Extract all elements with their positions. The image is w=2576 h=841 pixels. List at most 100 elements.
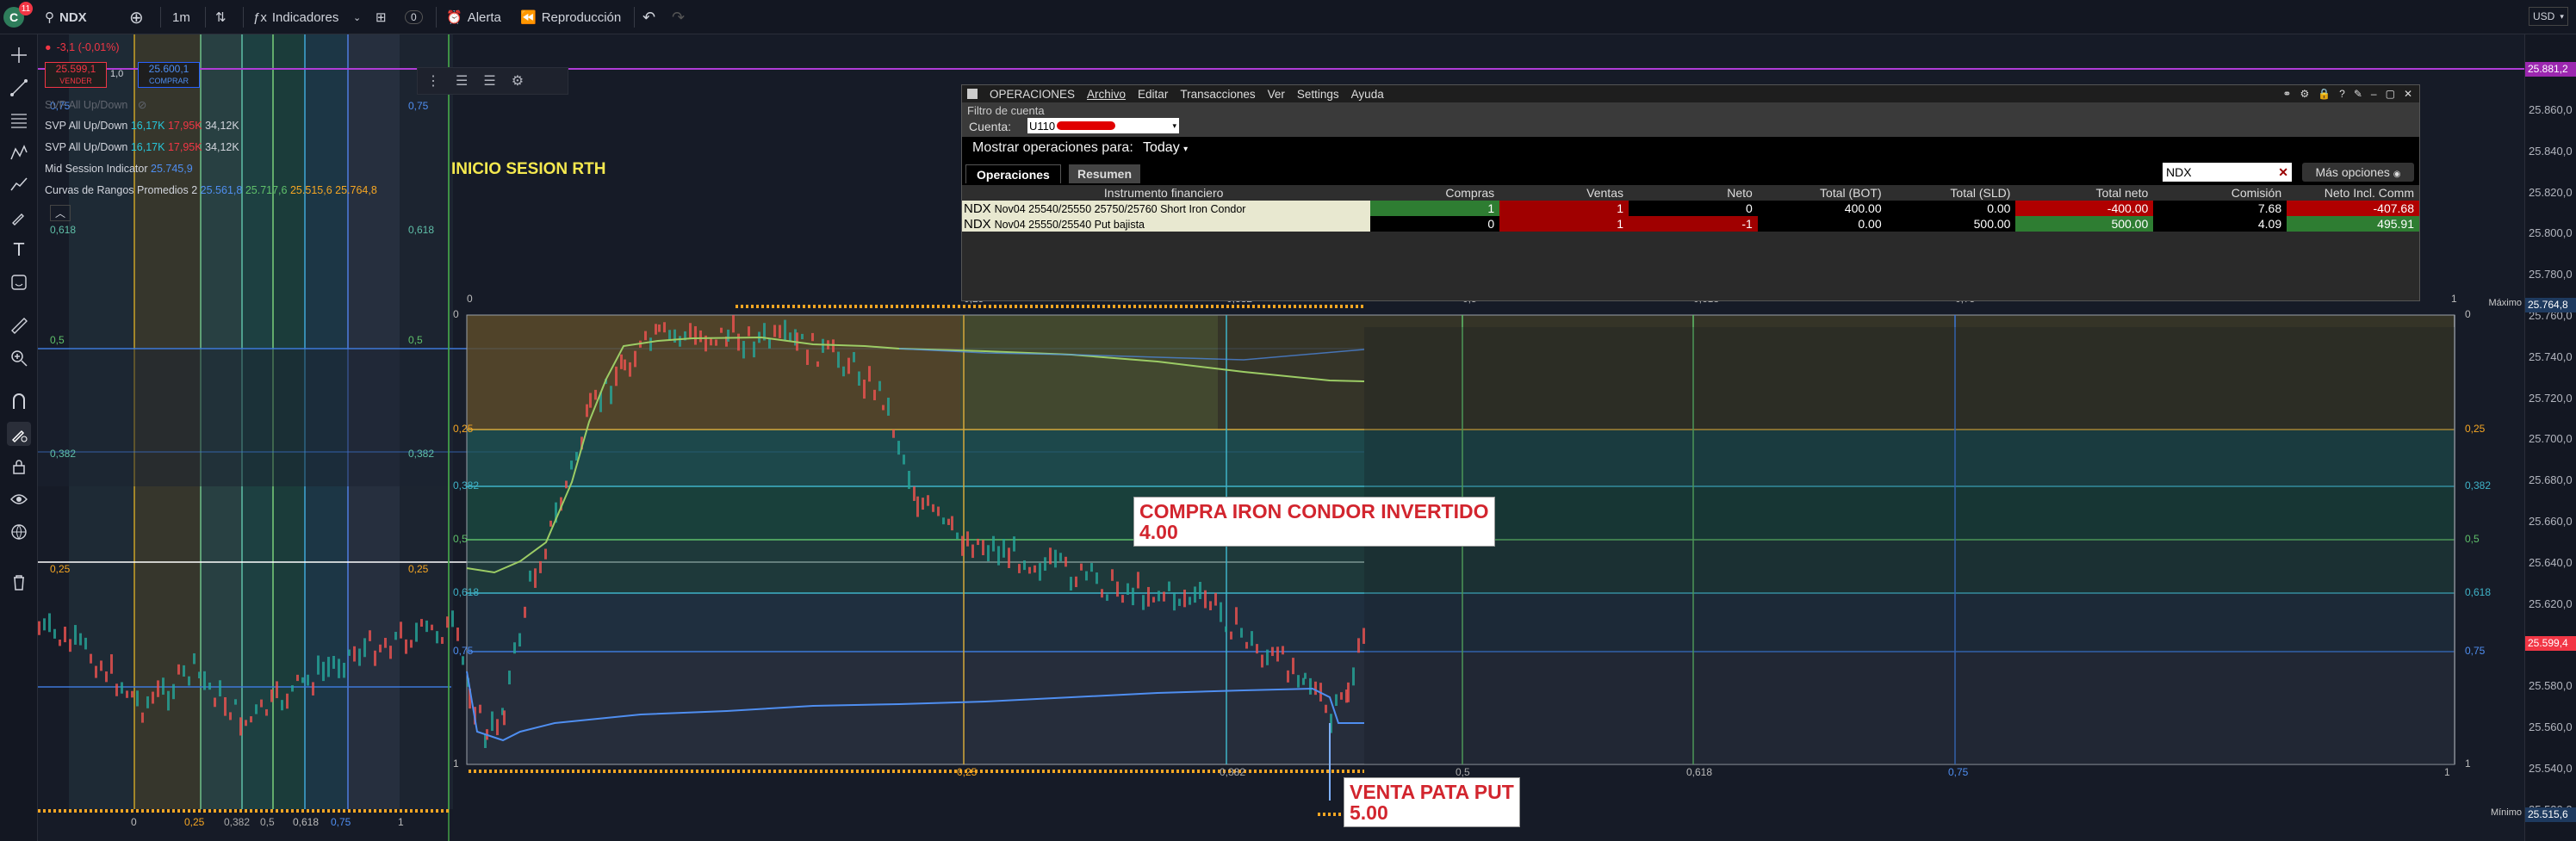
eye-off-icon[interactable]: ⊘ [138, 99, 146, 111]
candle [1292, 658, 1294, 675]
add-symbol-icon[interactable]: ⊕ [129, 5, 144, 29]
account-select[interactable]: U110 ▾ [1027, 118, 1179, 133]
col-header[interactable]: Comisión [2153, 185, 2287, 201]
crosshair-icon[interactable] [7, 43, 31, 67]
menu-item[interactable]: Settings [1297, 88, 1339, 101]
col-header[interactable]: Instrumento financiero [962, 185, 1371, 201]
settings-lines-icon[interactable]: ☰ [456, 72, 468, 90]
magnet-icon[interactable] [7, 389, 31, 413]
brush-icon[interactable] [7, 205, 31, 229]
drag-handle-icon[interactable]: ⋮ [426, 72, 440, 90]
indicator-row[interactable]: Mid Session Indicator 25.745,9 [45, 163, 193, 175]
fib-retracement-icon[interactable] [7, 108, 31, 133]
ruler-icon[interactable] [7, 313, 31, 337]
col-header[interactable]: Total (BOT) [1757, 185, 1887, 201]
sell-button[interactable]: 25.599,1 VENDER [45, 62, 107, 88]
menu-item[interactable]: Transacciones [1180, 88, 1255, 101]
layouts-button[interactable]: ⊞ [376, 5, 387, 29]
col-header[interactable]: Total (SLD) [1886, 185, 2016, 201]
minimize-icon[interactable]: – [2371, 88, 2377, 100]
globe-icon[interactable] [7, 520, 31, 544]
filter-title: Filtro de cuenta [967, 104, 1045, 117]
undo-icon[interactable]: ↶ [642, 5, 655, 29]
zoom-in-icon[interactable] [7, 346, 31, 370]
currency-selector[interactable]: USD ▾ [2529, 7, 2568, 26]
trend-line-icon[interactable] [7, 76, 31, 100]
indicator-row[interactable]: SVP All Up/Down 16,17K 17,95K 34,12K [45, 141, 239, 153]
period-select[interactable]: Today ▾ [1143, 140, 1188, 156]
tab-resumen[interactable]: Resumen [1069, 164, 1141, 183]
buy-button[interactable]: 25.600,1 COMPRAR [138, 62, 200, 88]
redo-icon[interactable]: ↷ [672, 5, 685, 29]
lock-icon[interactable] [7, 455, 31, 479]
candle [620, 354, 623, 369]
order-qty[interactable]: 1,0 [110, 69, 123, 79]
table-row[interactable]: NDX Nov04 25550/25540 Put bajista 0 1 -1… [962, 216, 2419, 232]
link-icon[interactable]: ⚭ [2282, 88, 2291, 100]
close-icon[interactable]: ✕ [2404, 88, 2412, 100]
chart-settings-icon[interactable]: ⚙ [512, 72, 524, 90]
sell-note-line2: 5.00 [1350, 801, 1388, 824]
maximize-icon[interactable]: ▢ [2386, 88, 2395, 100]
lock-icon[interactable]: 🔒 [2318, 88, 2331, 100]
candle [544, 548, 547, 560]
candle [992, 535, 995, 552]
draw-mode-icon[interactable] [7, 422, 31, 446]
fib-level-label: 0,5 [1456, 766, 1470, 778]
indicator-value: 25.561,8 [200, 184, 243, 196]
col-header[interactable]: Neto [1629, 185, 1758, 201]
alert-button[interactable]: ⏰ Alerta [446, 5, 501, 29]
col-header[interactable]: Compras [1370, 185, 1500, 201]
text-tool-icon[interactable]: T [7, 238, 31, 262]
menu-item[interactable]: Editar [1138, 88, 1168, 101]
menu-item[interactable]: Ver [1268, 88, 1285, 101]
collapse-legend-icon[interactable]: ︿ [50, 205, 71, 221]
alert-label: Alerta [467, 9, 501, 25]
indicators-button[interactable]: ƒx Indicadores [253, 5, 338, 29]
forecast-icon[interactable] [7, 172, 31, 196]
tab-operaciones[interactable]: Operaciones [965, 164, 1061, 183]
menu-item[interactable]: Ayuda [1351, 88, 1384, 101]
user-avatar[interactable]: C 11 [3, 2, 33, 29]
search-input[interactable]: NDX ✕ [2163, 163, 2292, 182]
more-options-button[interactable]: Más opciones ◉ [2302, 163, 2414, 182]
price-axis[interactable]: 25.860,0 25.840,0 25.820,0 25.800,0 25.780,0… [2488, 34, 2576, 841]
indicator-value: 16,17K [130, 120, 165, 132]
pattern-icon[interactable] [7, 141, 31, 165]
replay-button[interactable]: ⏪ Reproducción [520, 5, 621, 29]
trash-icon[interactable] [7, 570, 31, 594]
indicator-row[interactable]: SVP All Up/Down ⊘ [45, 98, 146, 111]
col-header[interactable]: Total neto [2015, 185, 2154, 201]
interval-button[interactable]: 1m [172, 5, 190, 29]
indicator-value: 34,12K [205, 141, 239, 153]
chevron-down-icon[interactable]: ⌄ [353, 5, 361, 29]
candle [1199, 581, 1201, 599]
eye-icon[interactable] [7, 487, 31, 511]
candle [1357, 638, 1360, 653]
fib-level-label: 0,618 [408, 224, 435, 236]
table-row[interactable]: NDX Nov04 25540/25550 25750/25760 Short … [962, 201, 2419, 216]
chart-type-icon[interactable]: ⇅ [215, 5, 227, 29]
divider [436, 7, 437, 28]
candle [1152, 597, 1155, 603]
candle [1034, 565, 1036, 573]
fib-level-label: 0,382 [1220, 766, 1246, 778]
settings-lines-icon[interactable]: ☰ [483, 72, 495, 90]
clear-icon[interactable]: ✕ [2278, 163, 2288, 182]
gear-icon[interactable]: ⚙ [2300, 88, 2309, 100]
col-header[interactable]: Neto Incl. Comm [2287, 185, 2419, 201]
col-header[interactable]: Ventas [1499, 185, 1629, 201]
menu-item[interactable]: Archivo [1087, 88, 1126, 101]
candle [43, 618, 46, 631]
table-empty-area [962, 232, 2419, 300]
candle [942, 517, 945, 525]
question-icon[interactable]: ? [2339, 88, 2345, 100]
layouts-count[interactable]: 0 [405, 5, 423, 29]
indicator-row[interactable]: SVP All Up/Down 16,17K 17,95K 34,12K [45, 120, 239, 132]
symbol-search[interactable]: ⚲ NDX [45, 5, 87, 29]
price-tick: 25.800,0 [2529, 226, 2573, 240]
indicator-row[interactable]: Curvas de Rangos Promedios 2 25.561,8 25… [45, 184, 377, 196]
pin-icon[interactable]: ✎ [2354, 88, 2362, 100]
candle [1204, 590, 1207, 609]
emoji-icon[interactable] [7, 270, 31, 294]
